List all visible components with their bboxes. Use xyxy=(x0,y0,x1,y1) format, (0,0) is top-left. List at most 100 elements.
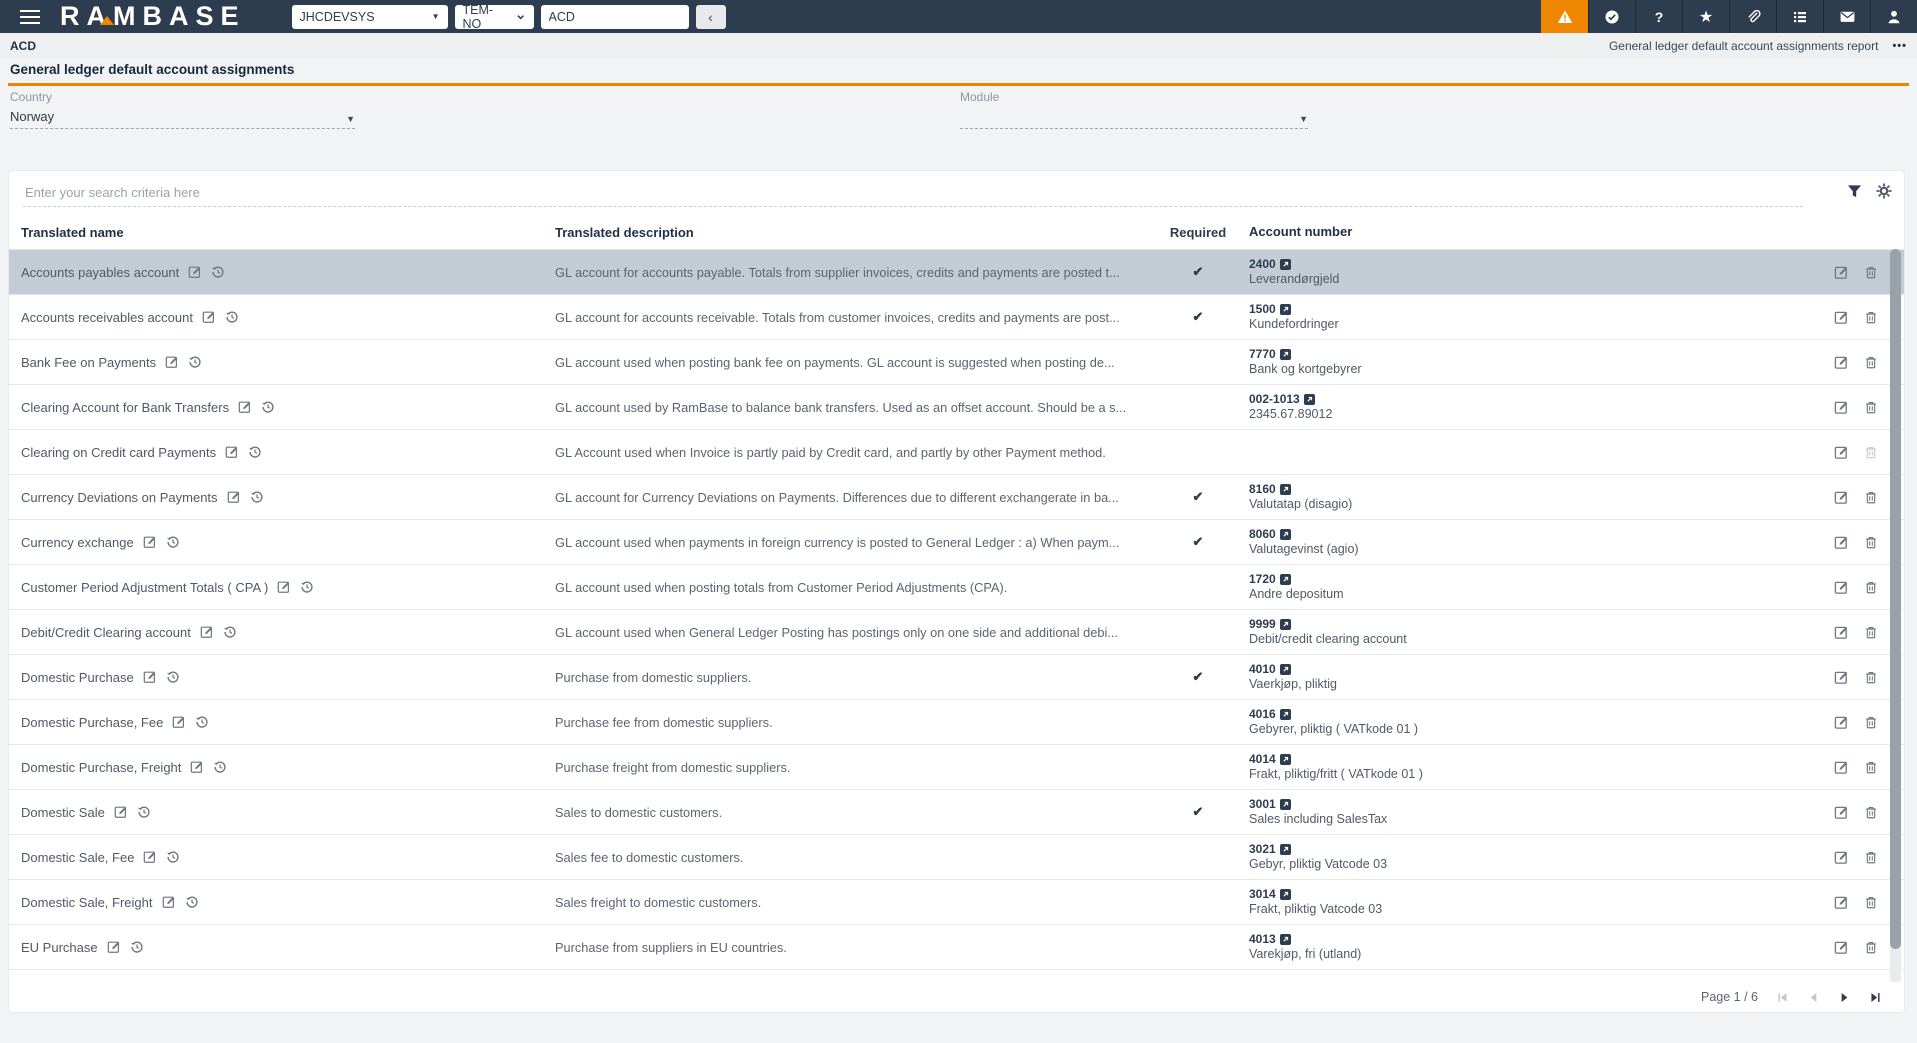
history-icon[interactable] xyxy=(300,580,314,594)
history-icon[interactable] xyxy=(185,895,199,909)
edit-row-button[interactable] xyxy=(1834,580,1849,595)
delete-row-button[interactable] xyxy=(1864,760,1878,775)
country-select[interactable]: Norway ▼ xyxy=(10,109,355,129)
delete-row-button[interactable] xyxy=(1864,805,1878,820)
account-link-icon[interactable] xyxy=(1280,574,1291,585)
header-required[interactable]: Required xyxy=(1155,225,1241,240)
edit-name-icon[interactable] xyxy=(172,715,186,729)
edit-row-button[interactable] xyxy=(1834,400,1849,415)
edit-name-icon[interactable] xyxy=(190,760,204,774)
table-row[interactable]: Currency exchange GL account used when p… xyxy=(9,519,1904,564)
delete-row-button[interactable] xyxy=(1864,490,1878,505)
edit-name-icon[interactable] xyxy=(238,400,252,414)
delete-row-button[interactable] xyxy=(1864,850,1878,865)
table-row[interactable]: Debit/Credit Clearing account GL account… xyxy=(9,609,1904,654)
history-icon[interactable] xyxy=(225,310,239,324)
table-row[interactable]: Accounts receivables account GL account … xyxy=(9,294,1904,339)
table-row[interactable]: Clearing Account for Bank Transfers GL a… xyxy=(9,384,1904,429)
account-link-icon[interactable] xyxy=(1280,259,1291,270)
table-row[interactable]: Domestic Sale Sales to domestic customer… xyxy=(9,789,1904,834)
edit-row-button[interactable] xyxy=(1834,445,1849,460)
history-icon[interactable] xyxy=(250,490,264,504)
edit-row-button[interactable] xyxy=(1834,535,1849,550)
last-page-button[interactable] xyxy=(1869,991,1882,1004)
edit-name-icon[interactable] xyxy=(143,850,157,864)
task-list-icon[interactable] xyxy=(1776,0,1823,33)
edit-row-button[interactable] xyxy=(1834,850,1849,865)
edit-row-button[interactable] xyxy=(1834,625,1849,640)
previous-page-button[interactable] xyxy=(1807,991,1820,1004)
table-row[interactable]: Currency Deviations on Payments GL accou… xyxy=(9,474,1904,519)
edit-row-button[interactable] xyxy=(1834,310,1849,325)
edit-row-button[interactable] xyxy=(1834,715,1849,730)
account-link-icon[interactable] xyxy=(1280,619,1291,630)
table-row[interactable]: Domestic Sale, Fee Sales fee to domestic… xyxy=(9,834,1904,879)
breadcrumb[interactable]: ACD xyxy=(10,39,36,53)
delete-row-button[interactable] xyxy=(1864,310,1878,325)
edit-row-button[interactable] xyxy=(1834,355,1849,370)
edit-row-button[interactable] xyxy=(1834,760,1849,775)
edit-name-icon[interactable] xyxy=(202,310,216,324)
delete-row-button[interactable] xyxy=(1864,895,1878,910)
back-button[interactable]: ‹ xyxy=(696,5,726,29)
edit-row-button[interactable] xyxy=(1834,670,1849,685)
history-icon[interactable] xyxy=(261,400,275,414)
first-page-button[interactable] xyxy=(1776,991,1789,1004)
settings-gear-icon[interactable] xyxy=(1876,183,1892,199)
table-row[interactable]: Accounts payables account GL account for… xyxy=(9,249,1904,294)
account-link-icon[interactable] xyxy=(1280,754,1291,765)
account-link-icon[interactable] xyxy=(1280,304,1291,315)
account-link-icon[interactable] xyxy=(1280,529,1291,540)
approved-icon[interactable] xyxy=(1588,0,1635,33)
user-icon[interactable] xyxy=(1870,0,1917,33)
filter-icon[interactable] xyxy=(1847,184,1862,199)
edit-name-icon[interactable] xyxy=(200,625,214,639)
delete-row-button[interactable] xyxy=(1864,625,1878,640)
header-account-number[interactable]: Account number xyxy=(1241,224,1803,240)
delete-row-button[interactable] xyxy=(1864,535,1878,550)
edit-name-icon[interactable] xyxy=(227,490,241,504)
favorites-icon[interactable]: ★ xyxy=(1682,0,1729,33)
edit-name-icon[interactable] xyxy=(114,805,128,819)
help-icon[interactable]: ? xyxy=(1635,0,1682,33)
account-link-icon[interactable] xyxy=(1280,844,1291,855)
edit-name-icon[interactable] xyxy=(162,895,176,909)
edit-row-button[interactable] xyxy=(1834,490,1849,505)
table-row[interactable]: Domestic Purchase Purchase from domestic… xyxy=(9,654,1904,699)
delete-row-button[interactable] xyxy=(1864,400,1878,415)
account-link-icon[interactable] xyxy=(1304,394,1315,405)
account-link-icon[interactable] xyxy=(1280,664,1291,675)
history-icon[interactable] xyxy=(223,625,237,639)
table-row[interactable]: EU Purchase Purchase from suppliers in E… xyxy=(9,924,1904,969)
edit-name-icon[interactable] xyxy=(165,355,179,369)
module-select[interactable]: ▼ xyxy=(960,109,1308,129)
table-row[interactable]: Customer Period Adjustment Totals ( CPA … xyxy=(9,564,1904,609)
edit-name-icon[interactable] xyxy=(188,265,202,279)
table-row[interactable]: Bank Fee on Payments GL account used whe… xyxy=(9,339,1904,384)
edit-row-button[interactable] xyxy=(1834,805,1849,820)
table-row[interactable]: Domestic Sale, Freight Sales freight to … xyxy=(9,879,1904,924)
history-icon[interactable] xyxy=(188,355,202,369)
edit-name-icon[interactable] xyxy=(143,670,157,684)
table-row[interactable]: Domestic Purchase, Freight Purchase frei… xyxy=(9,744,1904,789)
next-page-button[interactable] xyxy=(1838,991,1851,1004)
history-icon[interactable] xyxy=(166,850,180,864)
edit-row-button[interactable] xyxy=(1834,895,1849,910)
history-icon[interactable] xyxy=(166,535,180,549)
delete-row-button[interactable] xyxy=(1864,670,1878,685)
attachment-icon[interactable] xyxy=(1729,0,1776,33)
delete-row-button[interactable] xyxy=(1864,580,1878,595)
alert-icon[interactable] xyxy=(1541,0,1588,33)
vertical-scrollbar[interactable] xyxy=(1890,249,1901,984)
edit-row-button[interactable] xyxy=(1834,265,1849,280)
header-translated-description[interactable]: Translated description xyxy=(555,225,1155,240)
messages-icon[interactable] xyxy=(1823,0,1870,33)
scrollbar-thumb[interactable] xyxy=(1890,249,1901,949)
delete-row-button[interactable] xyxy=(1864,355,1878,370)
header-translated-name[interactable]: Translated name xyxy=(9,225,555,240)
edit-name-icon[interactable] xyxy=(277,580,291,594)
menu-icon[interactable] xyxy=(0,0,46,33)
history-icon[interactable] xyxy=(248,445,262,459)
system-select[interactable]: JHCDEVSYS ▼ xyxy=(292,5,448,29)
account-link-icon[interactable] xyxy=(1280,799,1291,810)
